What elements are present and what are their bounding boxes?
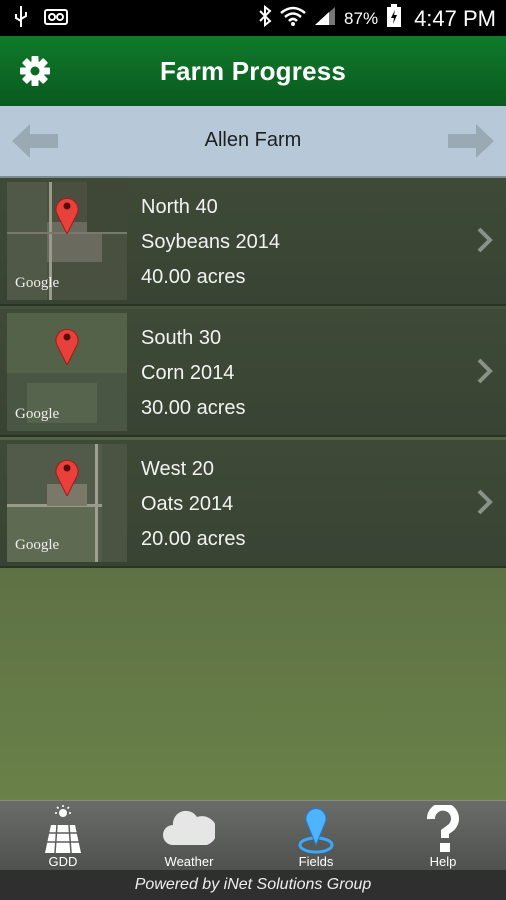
tab-label: GDD: [48, 854, 78, 869]
field-name: West 20: [141, 458, 214, 480]
page-title: Farm Progress: [159, 56, 347, 86]
field-row-west-20[interactable]: Google West 20 Oats 2014 20.00 acres: [0, 440, 506, 568]
next-farm-arrow-icon[interactable]: [448, 124, 494, 158]
chevron-right-icon: [476, 488, 494, 516]
clock: 4:47 PM: [414, 6, 496, 31]
field-acres: 20.00 acres: [141, 528, 246, 550]
signal-icon: [314, 6, 336, 32]
field-acres: 30.00 acres: [141, 397, 246, 419]
field-list: Google North 40 Soybeans 2014 40.00 acre…: [0, 178, 506, 800]
footer-credit: Powered by iNet Solutions Group: [0, 870, 506, 900]
app-header: Farm Progress: [0, 36, 506, 106]
field-crop: Soybeans 2014: [141, 231, 281, 253]
field-name: South 30: [141, 327, 222, 349]
battery-percent: 87%: [344, 9, 379, 28]
wifi-icon: [280, 6, 306, 32]
map-pin-icon: [54, 325, 80, 367]
field-row-south-30[interactable]: Google South 30 Corn 2014 30.00 acres: [0, 309, 506, 437]
google-logo: Google: [15, 537, 60, 553]
google-logo: Google: [15, 275, 60, 291]
usb-icon: [14, 6, 28, 33]
bottom-tab-bar: GDD Weather Fields Help: [0, 800, 506, 871]
field-crop: Oats 2014: [141, 493, 234, 515]
map-pin-icon: [54, 456, 80, 498]
farm-name: Allen Farm: [204, 129, 302, 151]
tab-weather[interactable]: Weather: [126, 801, 252, 871]
status-bar: 87% 4:47 PM: [0, 0, 506, 36]
tab-gdd[interactable]: GDD: [0, 801, 126, 871]
field-row-north-40[interactable]: Google North 40 Soybeans 2014 40.00 acre…: [0, 178, 506, 306]
field-map-thumbnail: Google: [7, 182, 127, 300]
tab-label: Fields: [298, 854, 334, 869]
field-acres: 40.00 acres: [141, 266, 246, 288]
tab-help[interactable]: Help: [380, 801, 506, 871]
map-pin-icon: [54, 194, 80, 236]
field-map-thumbnail: Google: [7, 313, 127, 431]
tab-label: Weather: [164, 854, 214, 869]
chevron-right-icon: [476, 357, 494, 385]
field-crop: Corn 2014: [141, 362, 235, 384]
farm-navigator: Allen Farm: [0, 106, 506, 178]
field-name: North 40: [141, 196, 218, 218]
tab-fields[interactable]: Fields: [253, 801, 379, 871]
chevron-right-icon: [476, 226, 494, 254]
battery-icon: [386, 4, 402, 34]
google-logo: Google: [15, 406, 60, 422]
bluetooth-icon: [258, 4, 272, 33]
field-map-thumbnail: Google: [7, 444, 127, 562]
tab-label: Help: [429, 854, 457, 869]
voicemail-icon: [44, 9, 68, 30]
